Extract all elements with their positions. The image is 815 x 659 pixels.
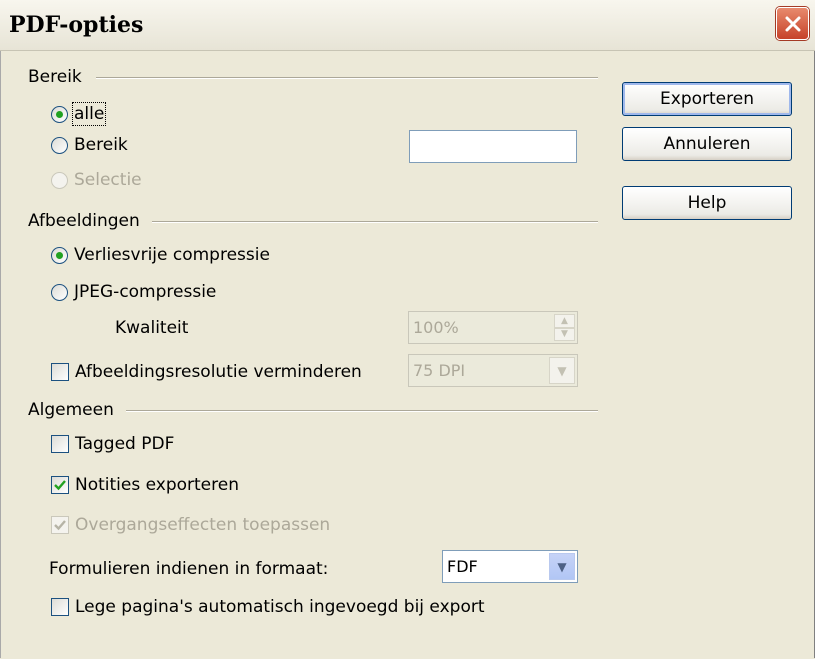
quality-spin-arrows: ▲ ▼	[554, 314, 575, 341]
checkmark-icon	[54, 520, 66, 531]
export-notes-checkbox[interactable]	[51, 476, 69, 494]
jpeg-option[interactable]: JPEG-compressie	[51, 282, 216, 302]
close-icon	[785, 16, 800, 31]
cancel-button[interactable]: Annuleren	[622, 127, 792, 161]
transitions-checkbox	[51, 516, 69, 534]
blank-pages-label: Lege pagina's automatisch ingevoegd bij …	[75, 597, 485, 617]
reduce-resolution-option[interactable]: Afbeeldingsresolutie verminderen	[51, 362, 362, 382]
range-all-label: alle	[71, 102, 107, 126]
lossless-radio[interactable]	[51, 246, 68, 264]
form-format-value: FDF	[447, 557, 478, 576]
transitions-label: Overgangseffecten toepassen	[75, 515, 331, 535]
export-notes-label: Notities exporteren	[75, 475, 239, 495]
general-section-divider	[126, 410, 598, 412]
images-section-divider	[152, 221, 598, 223]
range-all-option[interactable]: alle	[51, 102, 107, 126]
jpeg-radio[interactable]	[51, 283, 68, 301]
tagged-pdf-label: Tagged PDF	[75, 434, 175, 454]
title-bar[interactable]: PDF-opties	[0, 0, 815, 51]
lossless-label: Verliesvrije compressie	[74, 245, 270, 265]
range-selection-label: Selectie	[74, 170, 142, 190]
range-selection-option: Selectie	[51, 170, 142, 190]
range-range-option[interactable]: Bereik	[51, 135, 128, 155]
transitions-option: Overgangseffecten toepassen	[51, 515, 330, 535]
spin-up-icon: ▲	[554, 314, 575, 328]
images-section-label: Afbeeldingen	[28, 211, 140, 231]
range-section-divider	[96, 77, 598, 79]
close-button[interactable]	[776, 7, 809, 40]
range-section-label: Bereik	[28, 67, 82, 87]
reduce-resolution-label: Afbeeldingsresolutie verminderen	[75, 362, 362, 382]
range-input[interactable]	[409, 130, 577, 163]
tagged-pdf-option[interactable]: Tagged PDF	[51, 434, 174, 454]
tagged-pdf-checkbox[interactable]	[51, 435, 69, 453]
checkmark-icon	[54, 480, 66, 491]
chevron-down-icon: ▼	[549, 357, 575, 384]
reduce-resolution-checkbox[interactable]	[51, 363, 69, 381]
blank-pages-option[interactable]: Lege pagina's automatisch ingevoegd bij …	[51, 597, 485, 617]
chevron-down-icon[interactable]: ▼	[549, 553, 575, 580]
resolution-combo: 75 DPI ▼	[408, 354, 578, 387]
quality-label: Kwaliteit	[115, 318, 189, 338]
window-title: PDF-opties	[9, 12, 144, 38]
range-range-label: Bereik	[74, 135, 128, 155]
spin-down-icon: ▼	[554, 327, 575, 341]
jpeg-label: JPEG-compressie	[74, 282, 217, 302]
quality-spinbox: 100% ▲ ▼	[408, 311, 578, 344]
general-section-label: Algemeen	[28, 400, 114, 420]
form-format-combo[interactable]: FDF ▼	[442, 550, 578, 583]
range-all-radio[interactable]	[51, 105, 68, 123]
range-selection-radio	[51, 171, 68, 189]
help-button[interactable]: Help	[622, 186, 792, 220]
blank-pages-checkbox[interactable]	[51, 598, 69, 616]
lossless-option[interactable]: Verliesvrije compressie	[51, 245, 270, 265]
form-format-label: Formulieren indienen in formaat:	[49, 559, 329, 579]
export-notes-option[interactable]: Notities exporteren	[51, 475, 239, 495]
range-range-radio[interactable]	[51, 136, 68, 154]
quality-value: 100%	[413, 318, 459, 337]
export-button[interactable]: Exporteren	[622, 82, 792, 116]
resolution-value: 75 DPI	[413, 361, 466, 380]
